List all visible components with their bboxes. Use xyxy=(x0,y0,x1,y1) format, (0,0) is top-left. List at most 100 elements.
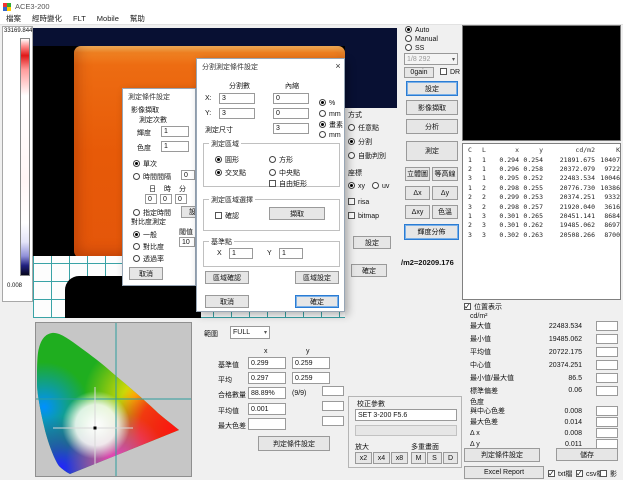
shutter-dropdown[interactable]: 1/8 292▾ xyxy=(404,53,458,65)
radio-cross-point[interactable]: 交叉點 xyxy=(215,168,246,178)
zoom-x8-button[interactable]: x8 xyxy=(391,452,408,464)
radio-interval[interactable]: 時間間隔 xyxy=(133,172,171,182)
checkbox-free-rect[interactable]: 自由矩形 xyxy=(269,179,307,189)
pass-count-field[interactable] xyxy=(248,387,286,399)
menu-item[interactable]: FLT xyxy=(73,14,86,23)
checkbox-risa[interactable]: risa xyxy=(348,198,369,206)
radio-contrast[interactable]: 對比度 xyxy=(133,242,164,252)
cancel-button[interactable]: 取消 xyxy=(205,295,249,308)
base-y-label: Y xyxy=(267,250,272,257)
capture-button[interactable]: 影像擷取 xyxy=(406,100,458,115)
delta-y-button[interactable]: Δy xyxy=(432,186,458,200)
delta-x-button[interactable]: Δx xyxy=(405,186,430,200)
radio-normal[interactable]: 一般 xyxy=(133,230,157,240)
menu-item[interactable]: 幫助 xyxy=(130,13,145,24)
radio-square[interactable]: 方形 xyxy=(269,155,293,165)
hour-field[interactable] xyxy=(160,194,172,204)
multi-m-button[interactable]: M xyxy=(411,452,426,464)
area-confirm-button[interactable]: 區域確認 xyxy=(205,271,249,284)
interval-field[interactable] xyxy=(181,170,195,180)
radio-split[interactable]: 分割 xyxy=(348,137,372,147)
delta-xy-button[interactable]: Δxy xyxy=(405,205,430,219)
checkbox-dr[interactable]: DR xyxy=(440,68,460,76)
avg-y-field[interactable] xyxy=(292,372,330,384)
radio-auto-detect[interactable]: 自動判別 xyxy=(348,151,386,161)
checkbox-confirm[interactable]: 確認 xyxy=(215,211,239,221)
radio-ss[interactable]: SS xyxy=(405,44,424,52)
radio-auto[interactable]: Auto xyxy=(405,26,429,34)
radio-uv[interactable]: uv xyxy=(372,182,389,190)
radio-icon xyxy=(405,35,412,42)
color-temp-button[interactable]: 色溫 xyxy=(432,205,458,219)
threshold-field[interactable] xyxy=(179,237,195,247)
radio-single[interactable]: 單次 xyxy=(133,159,157,169)
measure-button[interactable]: 測定 xyxy=(406,141,458,161)
range-judge-setting-button[interactable]: 判定條件設定 xyxy=(258,436,330,451)
table-row: 1 3 0.301 0.265 20451.141 8684 xyxy=(463,211,620,220)
judge-box xyxy=(596,360,618,370)
zoom-x2-button[interactable]: x2 xyxy=(355,452,372,464)
day-field[interactable] xyxy=(145,194,157,204)
radio-transmittance[interactable]: 透過率 xyxy=(133,254,164,264)
range-dropdown[interactable]: FULL▾ xyxy=(230,326,270,339)
radio-manual[interactable]: Manual xyxy=(405,35,438,43)
multi-d-button[interactable]: D xyxy=(443,452,458,464)
analyze-button[interactable]: 分析 xyxy=(406,119,458,134)
radio-percent[interactable]: % xyxy=(319,99,335,107)
radio-pixel[interactable]: 畫素 xyxy=(319,120,343,130)
zoom-x4-button[interactable]: x4 xyxy=(373,452,390,464)
calib-set-field[interactable] xyxy=(355,409,457,421)
luminance-dist-button[interactable]: 輝度分佈 xyxy=(404,224,459,240)
cancel-button[interactable]: 取消 xyxy=(129,267,163,280)
minute-field[interactable] xyxy=(175,194,187,204)
checkbox-bitmap[interactable]: bitmap xyxy=(348,212,379,220)
div-y-field[interactable] xyxy=(219,108,255,119)
excel-report-button[interactable]: Excel Report xyxy=(464,466,544,479)
time-set-button[interactable]: 設定 xyxy=(181,206,196,218)
base-y-field[interactable] xyxy=(279,248,303,259)
menu-item[interactable]: Mobile xyxy=(97,14,119,23)
radio-any-point[interactable]: 任意點 xyxy=(348,123,379,133)
checkbox-position-display[interactable]: 位置表示 xyxy=(464,302,502,312)
measure-size-field[interactable] xyxy=(273,123,309,134)
ref-y-field[interactable] xyxy=(292,357,330,369)
checkbox-image-file[interactable]: 影像檔 xyxy=(600,469,621,480)
save-button[interactable]: 儲存 xyxy=(556,448,618,461)
menu-item[interactable]: 經時變化 xyxy=(32,13,62,24)
calib-empty-field[interactable] xyxy=(355,425,457,436)
radio-icon xyxy=(372,182,379,189)
solid-view-button[interactable]: 立體圖 xyxy=(405,167,430,181)
image-background-top xyxy=(33,28,395,46)
menu-item[interactable]: 檔案 xyxy=(6,13,21,24)
chroma-count-field[interactable] xyxy=(161,141,189,152)
gain-button[interactable]: 0gain xyxy=(404,67,434,78)
max-color-diff-field[interactable] xyxy=(248,418,286,430)
grab-button[interactable]: 擷取 xyxy=(269,207,325,220)
secondary-image[interactable] xyxy=(462,25,621,141)
method-ok-button[interactable]: 確定 xyxy=(351,264,387,277)
base-x-field[interactable] xyxy=(229,248,253,259)
mean-field[interactable] xyxy=(248,403,286,415)
radio-mm[interactable]: mm xyxy=(319,110,341,118)
ref-x-field[interactable] xyxy=(248,357,286,369)
inset-y-field[interactable] xyxy=(273,108,309,119)
radio-xy[interactable]: xy xyxy=(348,182,365,190)
area-set-button[interactable]: 區域設定 xyxy=(295,271,339,284)
multi-s-button[interactable]: S xyxy=(427,452,442,464)
settings-button[interactable]: 設定 xyxy=(406,81,458,96)
measure-condition-dialog: 測定條件設定 影像擷取 測定次數 輝度 色度 單次 時間間隔 日 時 分 指定時… xyxy=(122,88,196,286)
radio-mm-size[interactable]: mm xyxy=(319,131,341,139)
checkbox-txt[interactable]: txt檔 xyxy=(548,469,572,479)
ok-button[interactable]: 確定 xyxy=(295,295,339,308)
radio-center-point[interactable]: 中央點 xyxy=(269,168,300,178)
luminance-count-field[interactable] xyxy=(161,126,189,137)
close-icon[interactable] xyxy=(331,60,345,72)
div-x-field[interactable] xyxy=(219,93,255,104)
judge-setting-button[interactable]: 判定條件設定 xyxy=(464,448,540,462)
contour-button[interactable]: 等高線 xyxy=(432,167,458,181)
inset-x-field[interactable] xyxy=(273,93,309,104)
method-set-button[interactable]: 設定 xyxy=(353,236,391,249)
radio-circle[interactable]: 圓形 xyxy=(215,155,239,165)
radio-icon xyxy=(133,209,140,216)
avg-x-field[interactable] xyxy=(248,372,286,384)
